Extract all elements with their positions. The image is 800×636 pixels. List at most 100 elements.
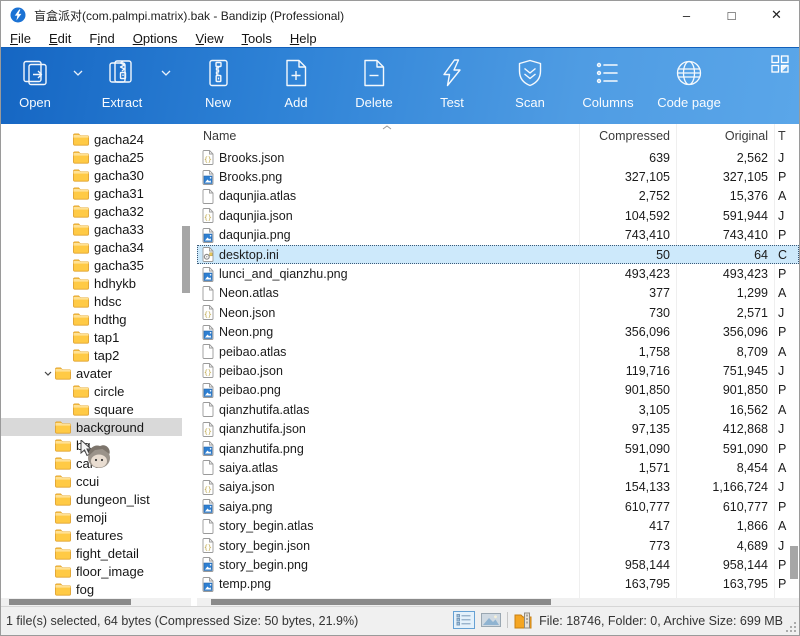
new-button[interactable]: New bbox=[179, 55, 257, 110]
menu-help[interactable]: Help bbox=[281, 31, 326, 46]
tree-item-square[interactable]: square bbox=[1, 400, 182, 418]
list-horizontal-scrollbar-thumb[interactable] bbox=[211, 599, 551, 605]
tree-item-hdthg[interactable]: hdthg bbox=[1, 310, 182, 328]
test-button[interactable]: Test bbox=[413, 55, 491, 110]
tree-item-gacha33[interactable]: gacha33 bbox=[1, 220, 182, 238]
file-row-daqunjia.png[interactable]: daqunjia.png743,410743,410P bbox=[197, 226, 799, 245]
minimize-button[interactable]: – bbox=[664, 1, 709, 29]
folder-icon bbox=[55, 475, 71, 488]
tree-item-gacha34[interactable]: gacha34 bbox=[1, 238, 182, 256]
resize-grip[interactable] bbox=[785, 621, 797, 633]
list-vertical-scrollbar-thumb[interactable] bbox=[790, 546, 798, 579]
menu-tools[interactable]: Tools bbox=[232, 31, 280, 46]
file-row-saiya.atlas[interactable]: saiya.atlas1,5718,454A bbox=[197, 458, 799, 477]
expand-chevron[interactable] bbox=[41, 371, 55, 376]
tree-item-gacha32[interactable]: gacha32 bbox=[1, 202, 182, 220]
file-row-peibao.atlas[interactable]: peibao.atlas1,7588,709A bbox=[197, 342, 799, 361]
sidebar-horizontal-scrollbar-thumb[interactable] bbox=[9, 599, 131, 605]
scan-button[interactable]: Scan bbox=[491, 55, 569, 110]
delete-button[interactable]: Delete bbox=[335, 55, 413, 110]
file-row-qianzhutifa.png[interactable]: qianzhutifa.png591,090591,090P bbox=[197, 439, 799, 458]
tree-item-gacha31[interactable]: gacha31 bbox=[1, 184, 182, 202]
file-type: P bbox=[774, 577, 799, 591]
file-row-story_begin.png[interactable]: story_begin.png958,144958,144P bbox=[197, 555, 799, 574]
tree-item-gacha24[interactable]: gacha24 bbox=[1, 130, 182, 148]
thumbnail-view-icon[interactable] bbox=[481, 613, 501, 627]
menu-options[interactable]: Options bbox=[124, 31, 187, 46]
tree-item-tap2[interactable]: tap2 bbox=[1, 346, 182, 364]
tree-item-tap1[interactable]: tap1 bbox=[1, 328, 182, 346]
file-type: P bbox=[774, 442, 799, 456]
sidebar-vertical-scrollbar-thumb[interactable] bbox=[182, 226, 190, 293]
file-row-daqunjia.json[interactable]: {}daqunjia.json104,592591,944J bbox=[197, 206, 799, 225]
png-file-icon bbox=[202, 577, 214, 592]
file-row-daqunjia.atlas[interactable]: daqunjia.atlas2,75215,376A bbox=[197, 187, 799, 206]
tree-item-emoji[interactable]: emoji bbox=[1, 508, 182, 526]
tree-item-gacha25[interactable]: gacha25 bbox=[1, 148, 182, 166]
column-header-name[interactable]: Name bbox=[197, 129, 579, 143]
columns-button[interactable]: Columns bbox=[569, 55, 647, 110]
file-row-Brooks.json[interactable]: {}Brooks.json6392,562J bbox=[197, 148, 799, 167]
file-row-peibao.png[interactable]: peibao.png901,850901,850P bbox=[197, 381, 799, 400]
file-row-Neon.json[interactable]: {}Neon.json7302,571J bbox=[197, 303, 799, 322]
file-row-saiya.png[interactable]: saiya.png610,777610,777P bbox=[197, 497, 799, 516]
close-button[interactable]: ✕ bbox=[754, 1, 799, 29]
folder-icon bbox=[73, 313, 89, 326]
extract-button[interactable]: Extract bbox=[91, 55, 153, 110]
file-row-qianzhutifa.json[interactable]: {}qianzhutifa.json97,135412,868J bbox=[197, 419, 799, 438]
file-row-desktop.ini[interactable]: desktop.ini5064C bbox=[197, 245, 799, 264]
file-row-qianzhutifa.atlas[interactable]: qianzhutifa.atlas3,10516,562A bbox=[197, 400, 799, 419]
tree-item-dungeon_list[interactable]: dungeon_list bbox=[1, 490, 182, 508]
details-view-icon[interactable] bbox=[453, 611, 475, 629]
tree-item-floor_image[interactable]: floor_image bbox=[1, 562, 182, 580]
column-header-original[interactable]: Original bbox=[676, 129, 774, 143]
open-dropdown-chevron-icon[interactable] bbox=[65, 55, 91, 91]
tree-item-ccui[interactable]: ccui bbox=[1, 472, 182, 490]
tree-item-circle[interactable]: circle bbox=[1, 382, 182, 400]
png-file-icon bbox=[202, 267, 214, 282]
folder-icon bbox=[55, 565, 71, 578]
menu-edit[interactable]: Edit bbox=[40, 31, 80, 46]
maximize-button[interactable]: □ bbox=[709, 1, 754, 29]
file-row-story_begin.json[interactable]: {}story_begin.json7734,689J bbox=[197, 536, 799, 555]
compressed-size: 1,571 bbox=[579, 461, 676, 475]
customize-toolbar-icon[interactable] bbox=[771, 55, 789, 73]
tree-item-gacha30[interactable]: gacha30 bbox=[1, 166, 182, 184]
tree-item-background[interactable]: background bbox=[1, 418, 182, 436]
column-header-compressed[interactable]: Compressed bbox=[579, 129, 676, 143]
tree-item-fight_detail[interactable]: fight_detail bbox=[1, 544, 182, 562]
file-row-temp.png[interactable]: temp.png163,795163,795P bbox=[197, 575, 799, 594]
menu-view[interactable]: View bbox=[187, 31, 233, 46]
open-button[interactable]: Open bbox=[5, 55, 65, 110]
file-row-peibao.json[interactable]: {}peibao.json119,716751,945J bbox=[197, 361, 799, 380]
code-page-button[interactable]: Code page bbox=[647, 55, 731, 110]
original-size: 610,777 bbox=[676, 500, 774, 514]
file-row-story_begin.atlas[interactable]: story_begin.atlas4171,866A bbox=[197, 516, 799, 535]
list-horizontal-scrollbar[interactable] bbox=[197, 598, 799, 606]
extract-dropdown-chevron-icon[interactable] bbox=[153, 55, 179, 91]
json-file-icon: {} bbox=[202, 150, 214, 165]
file-row-Neon.png[interactable]: Neon.png356,096356,096P bbox=[197, 323, 799, 342]
file-row-lunci_and_qianzhu.png[interactable]: lunci_and_qianzhu.png493,423493,423P bbox=[197, 264, 799, 283]
chevron-down-icon[interactable] bbox=[44, 371, 52, 376]
add-button[interactable]: Add bbox=[257, 55, 335, 110]
tree-item-hdsc[interactable]: hdsc bbox=[1, 292, 182, 310]
file-row-Brooks.png[interactable]: Brooks.png327,105327,105P bbox=[197, 167, 799, 186]
selection-status-text: 1 file(s) selected, 64 bytes (Compressed… bbox=[6, 614, 358, 628]
compressed-size: 97,135 bbox=[579, 422, 676, 436]
column-header-type[interactable]: T bbox=[774, 129, 799, 143]
sidebar-horizontal-scrollbar[interactable] bbox=[1, 598, 191, 606]
menu-find[interactable]: Find bbox=[80, 31, 123, 46]
folder-icon bbox=[73, 331, 89, 344]
file-row-saiya.json[interactable]: {}saiya.json154,1331,166,724J bbox=[197, 478, 799, 497]
tree-item-hdhykb[interactable]: hdhykb bbox=[1, 274, 182, 292]
tree-item-features[interactable]: features bbox=[1, 526, 182, 544]
tree-item-gacha35[interactable]: gacha35 bbox=[1, 256, 182, 274]
tree-item-avater[interactable]: avater bbox=[1, 364, 182, 382]
tree-item-fog[interactable]: fog bbox=[1, 580, 182, 597]
json-file-icon: {} bbox=[202, 538, 214, 553]
menu-file[interactable]: File bbox=[1, 31, 40, 46]
atlas-file-icon bbox=[202, 402, 214, 417]
file-type: P bbox=[774, 500, 799, 514]
file-row-Neon.atlas[interactable]: Neon.atlas3771,299A bbox=[197, 284, 799, 303]
